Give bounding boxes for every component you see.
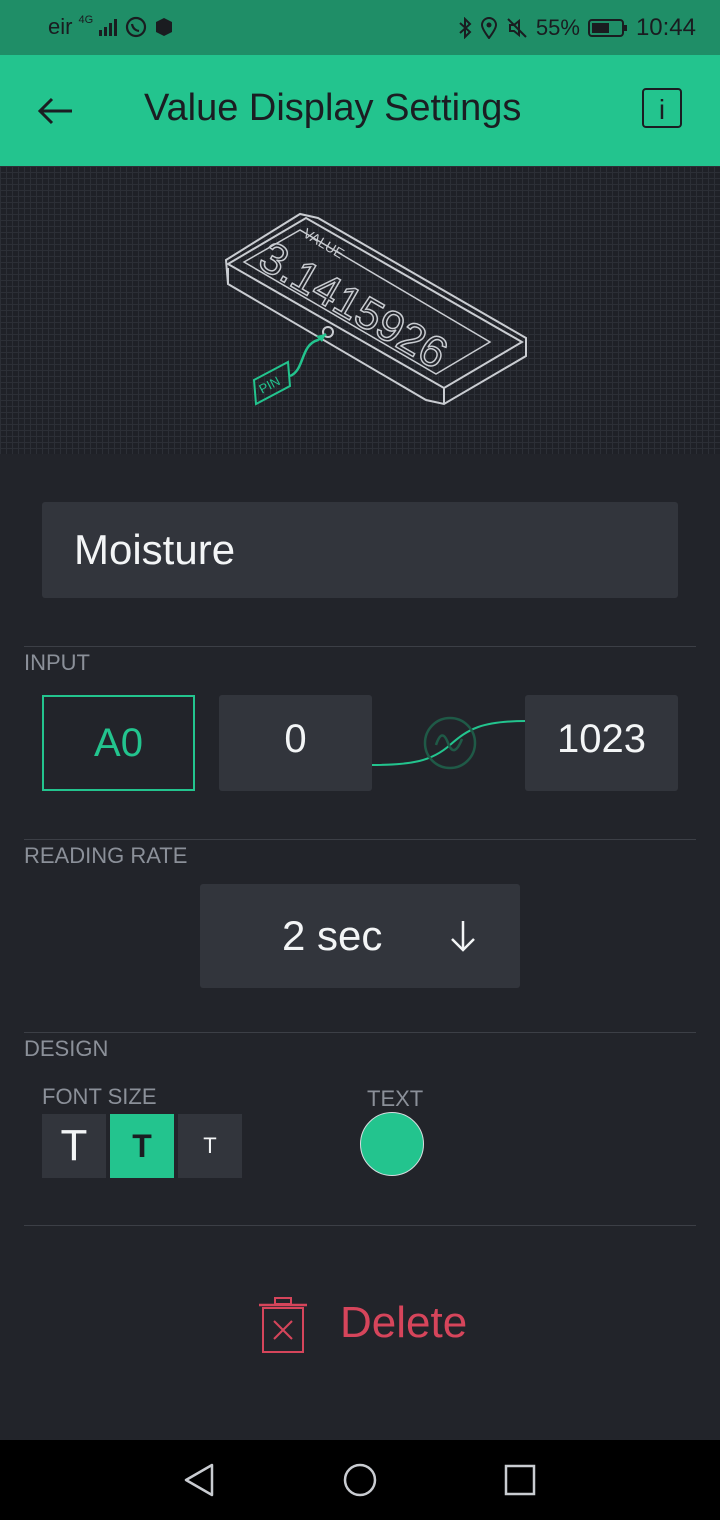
- shield-app-icon: [156, 18, 173, 36]
- font-size-label: FONT SIZE: [42, 1084, 157, 1109]
- back-arrow-icon: [37, 97, 72, 125]
- wave-icon: [423, 716, 477, 770]
- input-max-field[interactable]: 1023: [525, 695, 678, 791]
- clock: 10:44: [635, 14, 696, 41]
- nav-back-icon[interactable]: [182, 1462, 218, 1498]
- text-color-label: TEXT: [367, 1086, 424, 1111]
- divider: [24, 1032, 696, 1033]
- divider: [24, 1225, 696, 1226]
- input-min-field[interactable]: 0: [219, 695, 372, 791]
- app-bar: Value Display Settings i: [0, 55, 720, 166]
- widget-name-input[interactable]: Moisture: [42, 502, 678, 598]
- font-size-medium-button[interactable]: T: [110, 1114, 174, 1178]
- bluetooth-icon: [459, 17, 472, 39]
- whatsapp-icon: [126, 16, 147, 38]
- info-button[interactable]: i: [642, 88, 682, 128]
- divider: [24, 646, 696, 647]
- input-section-label: INPUT: [24, 650, 90, 675]
- design-section-label: DESIGN: [24, 1036, 109, 1061]
- reading-rate-section-label: READING RATE: [24, 843, 188, 868]
- network-type: 4G: [78, 14, 94, 26]
- status-bar: eir 4G 55% 10:44: [0, 0, 720, 55]
- nav-recents-icon[interactable]: [502, 1462, 538, 1498]
- delete-label: Delete: [340, 1298, 468, 1347]
- status-right: 55% 10:44: [458, 14, 696, 42]
- battery-percent: 55%: [535, 15, 580, 40]
- trash-icon: [259, 1297, 307, 1353]
- nav-home-icon[interactable]: [342, 1462, 378, 1498]
- widget-illustration: VALUE 3.1415926 PIN: [0, 166, 720, 454]
- reading-rate-dropdown[interactable]: 2 sec: [200, 884, 520, 988]
- chevron-down-icon: [451, 921, 475, 952]
- status-left: eir 4G: [48, 14, 175, 40]
- page-title: Value Display Settings: [144, 87, 522, 129]
- reading-rate-value: 2 sec: [282, 912, 383, 959]
- info-icon: i: [658, 94, 666, 125]
- divider: [24, 839, 696, 840]
- battery-icon: [587, 19, 627, 37]
- pin-selector-button[interactable]: A0: [42, 695, 195, 791]
- carrier-name: eir: [48, 14, 73, 39]
- mute-icon: [507, 18, 527, 38]
- mapping-curve: [372, 716, 526, 770]
- font-size-small-button[interactable]: T: [178, 1114, 242, 1178]
- text-color-picker[interactable]: [360, 1112, 424, 1176]
- navigation-bar: [0, 1440, 720, 1520]
- value-display-illustration: VALUE 3.1415926 PIN: [224, 212, 527, 406]
- font-size-large-button[interactable]: T: [42, 1114, 106, 1178]
- back-button[interactable]: [34, 91, 78, 131]
- delete-button[interactable]: Delete: [258, 1296, 488, 1358]
- location-icon: [480, 17, 497, 39]
- signal-icon: [99, 19, 118, 36]
